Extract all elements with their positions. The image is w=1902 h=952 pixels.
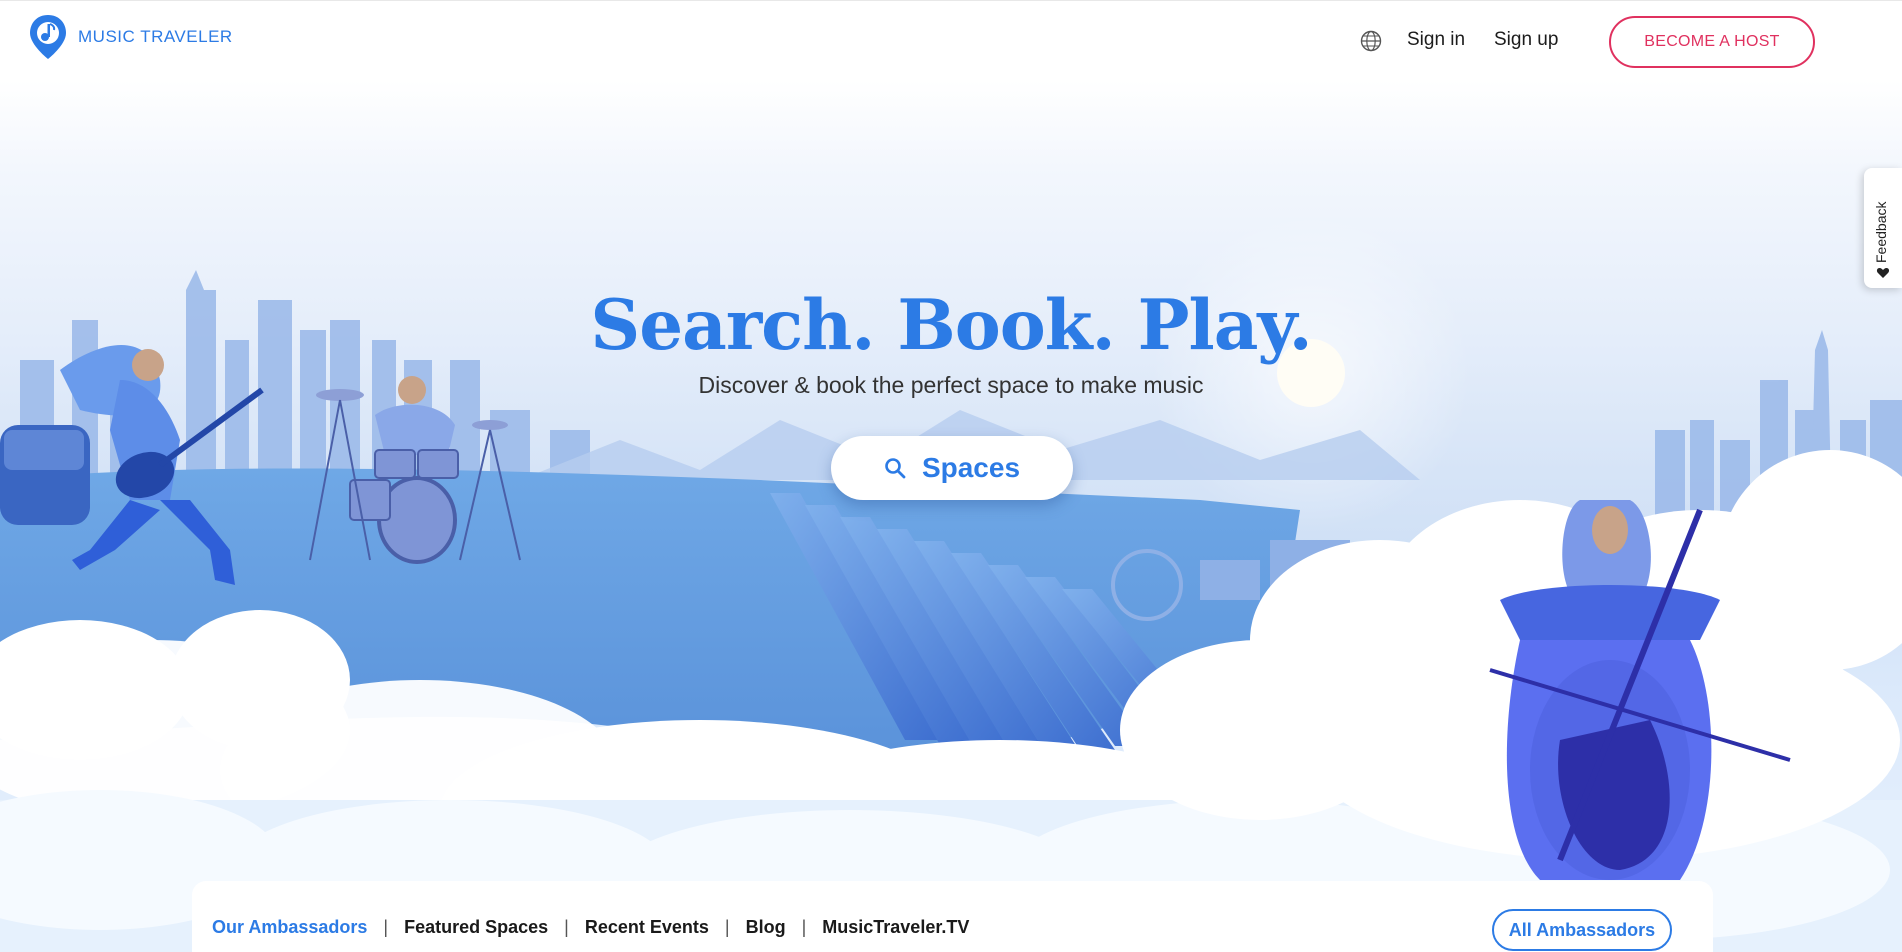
- sign-in-link[interactable]: Sign in: [1407, 29, 1465, 51]
- tab-featured-spaces[interactable]: Featured Spaces: [404, 917, 548, 938]
- tab-musictraveler-tv[interactable]: MusicTraveler.TV: [822, 917, 969, 938]
- tab-blog[interactable]: Blog: [746, 917, 786, 938]
- heart-icon: [1876, 268, 1890, 278]
- search-spaces-label: Spaces: [921, 452, 1021, 483]
- tab-separator: |: [724, 917, 730, 937]
- tab-separator: |: [383, 917, 389, 937]
- become-host-button[interactable]: BECOME A HOST: [1609, 16, 1815, 68]
- search-spaces-button[interactable]: Spaces: [831, 436, 1073, 500]
- tab-separator: |: [564, 917, 569, 937]
- content-tabs-card: Our Ambassadors | Featured Spaces | Rece…: [192, 881, 1713, 952]
- sign-up-link[interactable]: Sign up: [1494, 29, 1558, 51]
- globe-icon[interactable]: [1359, 29, 1383, 53]
- feedback-tab[interactable]: Feedback: [1864, 168, 1902, 288]
- site-header: MUSIC TRAVELER Sign in Sign up BECOME A …: [0, 0, 1902, 80]
- hero-subtitle: Discover & book the perfect space to mak…: [698, 372, 1204, 398]
- logo[interactable]: MUSIC TRAVELER: [28, 13, 233, 61]
- tab-recent-events[interactable]: Recent Events: [585, 917, 709, 938]
- hero-title: Search. Book. Play.: [590, 285, 1312, 366]
- search-icon: [885, 458, 906, 479]
- hero-illustration: [0, 213, 1902, 952]
- logo-text: MUSIC TRAVELER: [78, 27, 233, 46]
- tab-our-ambassadors[interactable]: Our Ambassadors: [212, 917, 367, 938]
- music-pin-logo-icon: [30, 15, 66, 59]
- hero-section: Search. Book. Play. Discover & book the …: [0, 80, 1902, 952]
- content-tabs: Our Ambassadors | Featured Spaces | Rece…: [212, 917, 969, 938]
- tab-separator: |: [801, 917, 807, 937]
- feedback-label: Feedback: [1873, 201, 1889, 263]
- all-ambassadors-button[interactable]: All Ambassadors: [1492, 909, 1672, 951]
